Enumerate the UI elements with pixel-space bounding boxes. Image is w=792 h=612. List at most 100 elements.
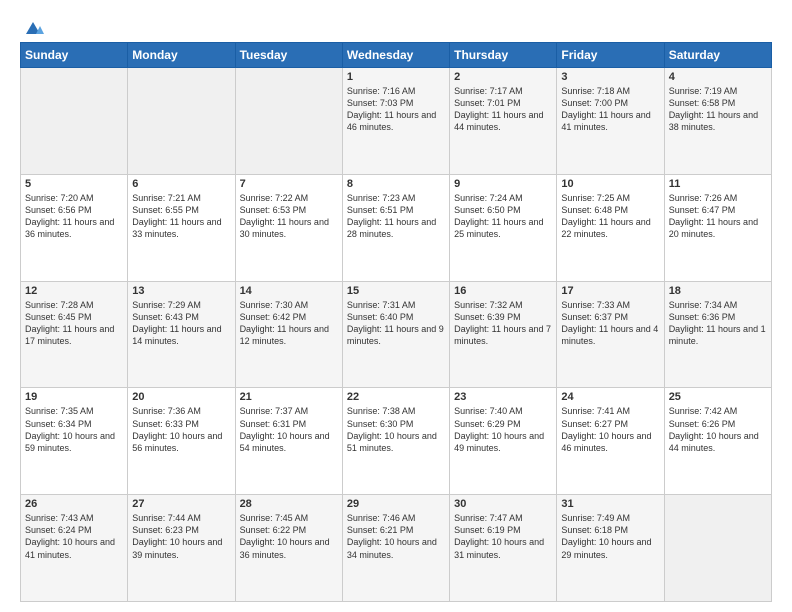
calendar-cell: 29 Sunrise: 7:46 AM Sunset: 6:21 PM Dayli… <box>342 495 449 602</box>
calendar-cell: 28Sunrise: 7:45 AM Sunset: 6:22 PM Dayli… <box>235 495 342 602</box>
cell-content: Sunrise: 7:22 AM Sunset: 6:53 PM Dayligh… <box>240 192 338 241</box>
page: SundayMondayTuesdayWednesdayThursdayFrid… <box>0 0 792 612</box>
day-number: 10 <box>561 178 659 190</box>
cell-content: Sunrise: 7:30 AM Sunset: 6:42 PM Dayligh… <box>240 299 338 348</box>
cell-content: Sunrise: 7:28 AM Sunset: 6:45 PM Dayligh… <box>25 299 123 348</box>
cell-content: Sunrise: 7:45 AM Sunset: 6:22 PM Dayligh… <box>240 512 338 561</box>
calendar-cell: 15 Sunrise: 7:31 AM Sunset: 6:40 PM Dayli… <box>342 281 449 388</box>
day-number: 7 <box>240 178 338 190</box>
week-row-3: 12Sunrise: 7:28 AM Sunset: 6:45 PM Dayli… <box>21 281 772 388</box>
day-number: 18 <box>669 285 767 297</box>
day-number: 15 <box>347 285 445 297</box>
cell-content: Sunrise: 7:34 AM Sunset: 6:36 PM Dayligh… <box>669 299 767 348</box>
cell-content: Sunrise: 7:26 AM Sunset: 6:47 PM Dayligh… <box>669 192 767 241</box>
day-number: 29 <box>347 498 445 510</box>
day-number: 31 <box>561 498 659 510</box>
calendar-cell: 13 Sunrise: 7:29 AM Sunset: 6:43 PM Dayli… <box>128 281 235 388</box>
calendar-cell: 9 Sunrise: 7:24 AM Sunset: 6:50 PM Daylig… <box>450 174 557 281</box>
calendar-cell: 16 Sunrise: 7:32 AM Sunset: 6:39 PM Dayli… <box>450 281 557 388</box>
calendar-cell <box>235 68 342 175</box>
cell-content: Sunrise: 7:49 AM Sunset: 6:18 PM Dayligh… <box>561 512 659 561</box>
cell-content: Sunrise: 7:23 AM Sunset: 6:51 PM Dayligh… <box>347 192 445 241</box>
weekday-header-row: SundayMondayTuesdayWednesdayThursdayFrid… <box>21 43 772 68</box>
calendar-cell: 3 Sunrise: 7:18 AM Sunset: 7:00 PM Daylig… <box>557 68 664 175</box>
calendar-table: SundayMondayTuesdayWednesdayThursdayFrid… <box>20 42 772 602</box>
week-row-2: 5 Sunrise: 7:20 AM Sunset: 6:56 PM Daylig… <box>21 174 772 281</box>
day-number: 17 <box>561 285 659 297</box>
cell-content: Sunrise: 7:32 AM Sunset: 6:39 PM Dayligh… <box>454 299 552 348</box>
calendar-cell: 30 Sunrise: 7:47 AM Sunset: 6:19 PM Dayli… <box>450 495 557 602</box>
day-number: 8 <box>347 178 445 190</box>
calendar-cell: 18 Sunrise: 7:34 AM Sunset: 6:36 PM Dayli… <box>664 281 771 388</box>
calendar-cell: 26 Sunrise: 7:43 AM Sunset: 6:24 PM Dayli… <box>21 495 128 602</box>
calendar-cell: 22 Sunrise: 7:38 AM Sunset: 6:30 PM Dayli… <box>342 388 449 495</box>
day-number: 25 <box>669 391 767 403</box>
day-number: 26 <box>25 498 123 510</box>
cell-content: Sunrise: 7:44 AM Sunset: 6:23 PM Dayligh… <box>132 512 230 561</box>
weekday-header-friday: Friday <box>557 43 664 68</box>
calendar-cell <box>664 495 771 602</box>
cell-content: Sunrise: 7:43 AM Sunset: 6:24 PM Dayligh… <box>25 512 123 561</box>
day-number: 24 <box>561 391 659 403</box>
day-number: 22 <box>347 391 445 403</box>
cell-content: Sunrise: 7:29 AM Sunset: 6:43 PM Dayligh… <box>132 299 230 348</box>
calendar-cell: 27 Sunrise: 7:44 AM Sunset: 6:23 PM Dayli… <box>128 495 235 602</box>
cell-content: Sunrise: 7:35 AM Sunset: 6:34 PM Dayligh… <box>25 405 123 454</box>
weekday-header-monday: Monday <box>128 43 235 68</box>
week-row-5: 26 Sunrise: 7:43 AM Sunset: 6:24 PM Dayli… <box>21 495 772 602</box>
calendar-cell <box>21 68 128 175</box>
day-number: 27 <box>132 498 230 510</box>
cell-content: Sunrise: 7:24 AM Sunset: 6:50 PM Dayligh… <box>454 192 552 241</box>
day-number: 3 <box>561 71 659 83</box>
header <box>20 16 772 34</box>
calendar-cell: 8 Sunrise: 7:23 AM Sunset: 6:51 PM Daylig… <box>342 174 449 281</box>
cell-content: Sunrise: 7:25 AM Sunset: 6:48 PM Dayligh… <box>561 192 659 241</box>
week-row-4: 19 Sunrise: 7:35 AM Sunset: 6:34 PM Dayli… <box>21 388 772 495</box>
cell-content: Sunrise: 7:20 AM Sunset: 6:56 PM Dayligh… <box>25 192 123 241</box>
calendar-cell: 5 Sunrise: 7:20 AM Sunset: 6:56 PM Daylig… <box>21 174 128 281</box>
day-number: 2 <box>454 71 552 83</box>
day-number: 6 <box>132 178 230 190</box>
cell-content: Sunrise: 7:31 AM Sunset: 6:40 PM Dayligh… <box>347 299 445 348</box>
calendar-cell <box>128 68 235 175</box>
calendar-cell: 11Sunrise: 7:26 AM Sunset: 6:47 PM Dayli… <box>664 174 771 281</box>
cell-content: Sunrise: 7:18 AM Sunset: 7:00 PM Dayligh… <box>561 85 659 134</box>
cell-content: Sunrise: 7:19 AM Sunset: 6:58 PM Dayligh… <box>669 85 767 134</box>
calendar-cell: 20 Sunrise: 7:36 AM Sunset: 6:33 PM Dayli… <box>128 388 235 495</box>
calendar-cell: 24 Sunrise: 7:41 AM Sunset: 6:27 PM Dayli… <box>557 388 664 495</box>
logo <box>20 16 44 34</box>
day-number: 23 <box>454 391 552 403</box>
calendar-cell: 10 Sunrise: 7:25 AM Sunset: 6:48 PM Dayli… <box>557 174 664 281</box>
cell-content: Sunrise: 7:41 AM Sunset: 6:27 PM Dayligh… <box>561 405 659 454</box>
calendar-cell: 12Sunrise: 7:28 AM Sunset: 6:45 PM Dayli… <box>21 281 128 388</box>
logo-icon <box>22 16 44 38</box>
weekday-header-sunday: Sunday <box>21 43 128 68</box>
calendar-cell: 2 Sunrise: 7:17 AM Sunset: 7:01 PM Daylig… <box>450 68 557 175</box>
cell-content: Sunrise: 7:38 AM Sunset: 6:30 PM Dayligh… <box>347 405 445 454</box>
calendar-cell: 4Sunrise: 7:19 AM Sunset: 6:58 PM Daylig… <box>664 68 771 175</box>
week-row-1: 1 Sunrise: 7:16 AM Sunset: 7:03 PM Daylig… <box>21 68 772 175</box>
cell-content: Sunrise: 7:36 AM Sunset: 6:33 PM Dayligh… <box>132 405 230 454</box>
day-number: 30 <box>454 498 552 510</box>
cell-content: Sunrise: 7:33 AM Sunset: 6:37 PM Dayligh… <box>561 299 659 348</box>
calendar-cell: 6 Sunrise: 7:21 AM Sunset: 6:55 PM Daylig… <box>128 174 235 281</box>
cell-content: Sunrise: 7:47 AM Sunset: 6:19 PM Dayligh… <box>454 512 552 561</box>
calendar-cell: 7 Sunrise: 7:22 AM Sunset: 6:53 PM Daylig… <box>235 174 342 281</box>
day-number: 5 <box>25 178 123 190</box>
day-number: 16 <box>454 285 552 297</box>
cell-content: Sunrise: 7:40 AM Sunset: 6:29 PM Dayligh… <box>454 405 552 454</box>
calendar-cell: 17 Sunrise: 7:33 AM Sunset: 6:37 PM Dayli… <box>557 281 664 388</box>
day-number: 9 <box>454 178 552 190</box>
weekday-header-saturday: Saturday <box>664 43 771 68</box>
weekday-header-thursday: Thursday <box>450 43 557 68</box>
day-number: 13 <box>132 285 230 297</box>
calendar-cell: 31 Sunrise: 7:49 AM Sunset: 6:18 PM Dayli… <box>557 495 664 602</box>
cell-content: Sunrise: 7:46 AM Sunset: 6:21 PM Dayligh… <box>347 512 445 561</box>
cell-content: Sunrise: 7:21 AM Sunset: 6:55 PM Dayligh… <box>132 192 230 241</box>
cell-content: Sunrise: 7:17 AM Sunset: 7:01 PM Dayligh… <box>454 85 552 134</box>
calendar-cell: 21Sunrise: 7:37 AM Sunset: 6:31 PM Dayli… <box>235 388 342 495</box>
day-number: 1 <box>347 71 445 83</box>
cell-content: Sunrise: 7:16 AM Sunset: 7:03 PM Dayligh… <box>347 85 445 134</box>
day-number: 19 <box>25 391 123 403</box>
day-number: 20 <box>132 391 230 403</box>
